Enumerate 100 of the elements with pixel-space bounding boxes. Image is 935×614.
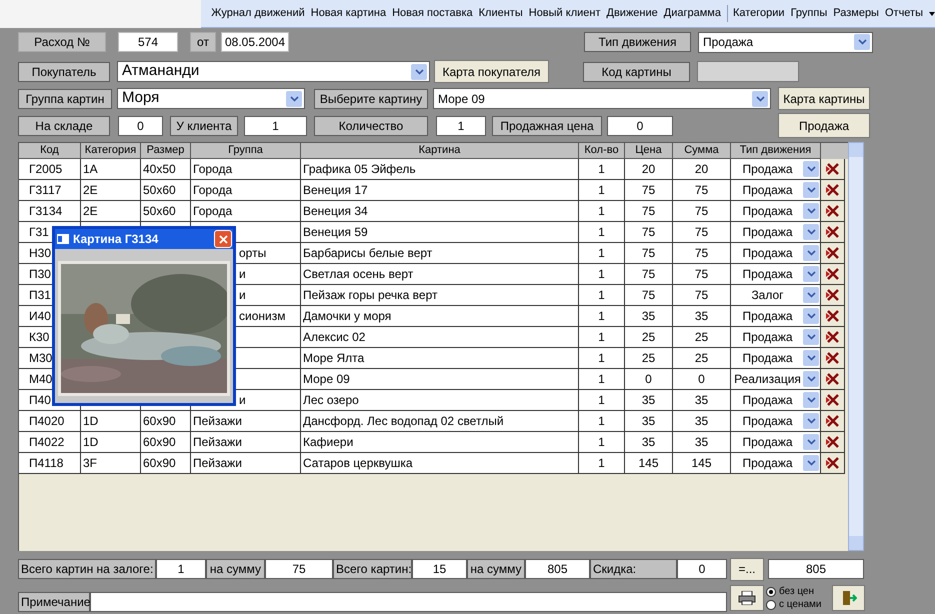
delete-button[interactable] — [821, 159, 845, 180]
delete-button[interactable] — [821, 411, 845, 432]
dropdown-field[interactable]: Продажа — [731, 390, 821, 411]
delete-button[interactable] — [821, 285, 845, 306]
table-cell: Пейзажи — [191, 411, 301, 432]
delete-button[interactable] — [821, 180, 845, 201]
print-button[interactable] — [730, 585, 764, 611]
close-button[interactable] — [214, 230, 232, 248]
dropdown-field[interactable]: Залог — [731, 285, 821, 306]
dropdown-field[interactable]: Продажа — [731, 327, 821, 348]
dropdown-field[interactable]: Реализация — [731, 369, 821, 390]
table-cell: 20 — [625, 159, 673, 180]
sell-button[interactable]: Продажа — [778, 113, 870, 138]
radio-button[interactable] — [766, 586, 776, 596]
calculate-button[interactable]: =... — [730, 558, 764, 580]
dropdown-field[interactable]: Продажа — [731, 222, 821, 243]
delete-icon — [826, 436, 840, 448]
input-field[interactable]: 0 — [118, 116, 163, 136]
dropdown-field[interactable]: Моря — [117, 88, 305, 109]
toolbar-item[interactable]: Размеры — [833, 5, 879, 22]
table-cell: Море 09 — [301, 369, 579, 390]
table-cell: Кафиери — [301, 432, 579, 453]
table-cell: 25 — [673, 348, 731, 369]
radio-button[interactable] — [766, 600, 776, 610]
toolbar-item[interactable]: Новый клиент — [528, 5, 600, 22]
table-cell: 75 — [673, 201, 731, 222]
dropdown-field[interactable]: Продажа — [731, 453, 821, 474]
input-field[interactable]: 1 — [244, 116, 307, 136]
dropdown-field[interactable]: Продажа — [731, 306, 821, 327]
radio-label[interactable]: без цен — [779, 585, 814, 598]
disabled-label: Расход № — [18, 32, 106, 52]
table-cell: 2E — [81, 180, 141, 201]
dropdown-icon[interactable] — [286, 90, 302, 106]
dropdown-icon[interactable] — [752, 90, 768, 106]
input-field[interactable]: 75 — [265, 559, 333, 579]
delete-button[interactable] — [821, 264, 845, 285]
delete-button[interactable] — [821, 453, 845, 474]
dropdown-field[interactable]: Продажа — [731, 159, 821, 180]
table-cell: Светлая осень верт — [301, 264, 579, 285]
toolbar-item[interactable]: Новая поставка — [392, 5, 473, 22]
input-field[interactable]: 15 — [412, 559, 467, 579]
table-cell: Г3134 — [19, 201, 81, 222]
dropdown-field[interactable]: Продажа — [731, 201, 821, 222]
field-label: Примечание — [18, 592, 90, 612]
toolbar-item[interactable]: Движение — [606, 5, 658, 22]
field-label: Код картины — [583, 62, 690, 82]
table-cell: 1 — [579, 390, 625, 411]
toolbar-item[interactable]: Группы — [790, 5, 828, 22]
toolbar-item[interactable]: Отчеты — [884, 5, 923, 22]
table-cell: 75 — [673, 180, 731, 201]
input-field[interactable]: 08.05.2004 — [221, 32, 289, 52]
delete-button[interactable] — [821, 201, 845, 222]
table-cell: Дансфорд. Лес водопад 02 светлый — [301, 411, 579, 432]
dropdown-field[interactable]: Продажа — [731, 264, 821, 285]
toolbar-item[interactable]: Категории — [726, 5, 785, 22]
delete-button[interactable] — [821, 390, 845, 411]
dropdown-field[interactable]: Атмананди — [117, 61, 430, 82]
dropdown-field[interactable]: Продажа — [698, 32, 873, 52]
toolbar-item[interactable]: Клиенты — [478, 5, 523, 22]
input-field[interactable]: 0 — [677, 559, 727, 579]
radio-label[interactable]: с ценами — [779, 598, 822, 611]
delete-button[interactable] — [821, 222, 845, 243]
table-cell: 35 — [673, 306, 731, 327]
dropdown-field[interactable]: Продажа — [731, 432, 821, 453]
table-cell: 25 — [673, 327, 731, 348]
delete-button[interactable] — [821, 243, 845, 264]
input-field[interactable]: 805 — [525, 559, 590, 579]
table-cell: 1 — [579, 306, 625, 327]
input-field[interactable]: 574 — [118, 32, 178, 52]
dropdown-icon[interactable] — [929, 12, 935, 16]
table-cell: 35 — [673, 411, 731, 432]
table-cell: 60x90 — [141, 432, 191, 453]
table-cell: Пейзажи — [191, 432, 301, 453]
input-field[interactable]: 805 — [768, 559, 864, 579]
delete-button[interactable] — [821, 432, 845, 453]
disabled-label: от — [190, 32, 216, 52]
input-field[interactable]: 0 — [607, 116, 673, 136]
input-field[interactable]: 1 — [156, 559, 206, 579]
table-cell: 1 — [579, 453, 625, 474]
exit-button[interactable] — [832, 585, 865, 611]
input-field[interactable]: 1 — [436, 116, 486, 136]
buyer-card-button[interactable]: Карта покупателя — [434, 60, 549, 83]
delete-button[interactable] — [821, 348, 845, 369]
table-cell: 75 — [673, 222, 731, 243]
delete-button[interactable] — [821, 327, 845, 348]
scrollbar[interactable] — [848, 142, 864, 551]
dropdown-field[interactable]: Продажа — [731, 411, 821, 432]
toolbar-item[interactable]: Диаграмма — [664, 5, 721, 22]
dropdown-field[interactable]: Продажа — [731, 348, 821, 369]
dropdown-field[interactable]: Продажа — [731, 243, 821, 264]
delete-icon — [826, 163, 840, 175]
delete-button[interactable] — [821, 306, 845, 327]
table-cell: Графика 05 Эйфель — [301, 159, 579, 180]
dropdown-icon[interactable] — [411, 64, 427, 80]
toolbar-item[interactable]: Журнал движений — [211, 5, 305, 22]
delete-button[interactable] — [821, 369, 845, 390]
painting-card-button[interactable]: Карта картины — [778, 87, 870, 110]
dropdown-field[interactable]: Продажа — [731, 180, 821, 201]
toolbar-item[interactable]: Новая картина — [310, 5, 386, 22]
dropdown-field[interactable]: Море 09 — [433, 88, 771, 109]
